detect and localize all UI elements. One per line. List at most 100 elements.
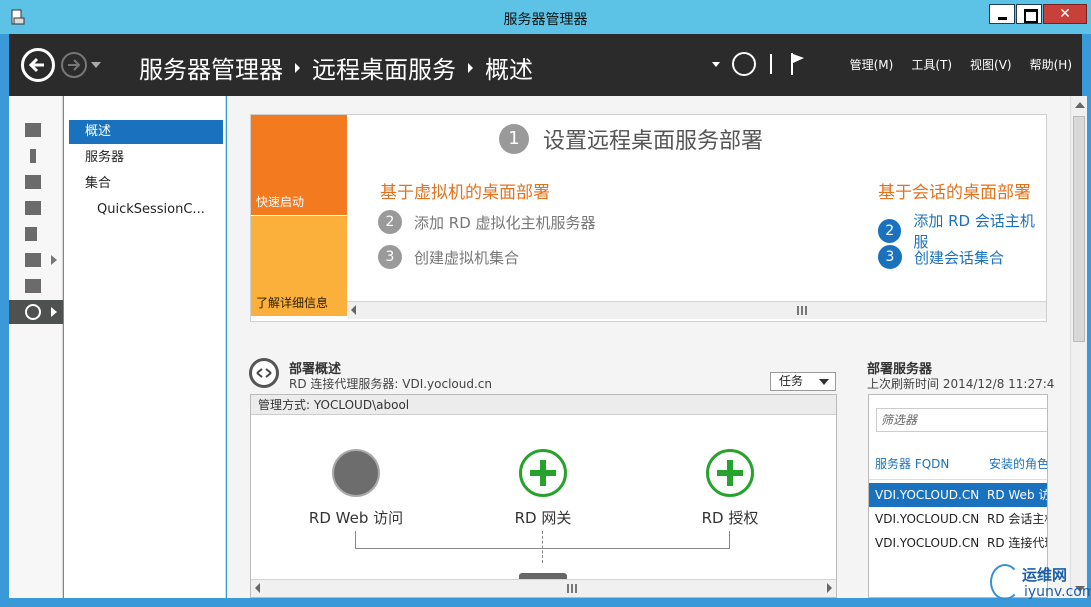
watermark-url: iyunv.com (1024, 584, 1091, 600)
role-rd-web-access[interactable]: RD Web 访问 (291, 449, 421, 528)
divider (869, 479, 1047, 480)
cell-role: RD 会话主机 (987, 512, 1047, 526)
add-plus-icon (519, 449, 567, 497)
quick-start-label: 快速启动 (256, 195, 305, 209)
learn-more-label: 了解详细信息 (256, 296, 329, 310)
step-number: 3 (378, 245, 402, 269)
menu-tools[interactable]: 工具(T) (911, 56, 952, 73)
breadcrumb-item: 概述 (485, 56, 533, 84)
last-refreshed-label: 上次刷新时间 2014/12/8 11:27:4 (867, 377, 1055, 391)
session-deployment-title: 基于会话的桌面部署 (878, 183, 1031, 203)
main-vertical-scrollbar[interactable] (1070, 96, 1087, 598)
step-text: 设置远程桌面服务部署 (543, 129, 764, 154)
arrow-left-icon (28, 57, 44, 73)
filter-input[interactable]: 筛选器 (876, 408, 1047, 432)
local-server-icon (30, 149, 36, 163)
scroll-up-icon[interactable] (1075, 102, 1085, 108)
rail-item-file-storage[interactable] (9, 196, 63, 220)
table-row[interactable]: VDI.YOCLOUD.CN RD 连接代理 (869, 531, 1047, 555)
scroll-right-icon[interactable] (827, 583, 832, 593)
scroll-left-icon[interactable] (351, 305, 356, 315)
step-link[interactable]: 创建会话集合 (914, 247, 1004, 268)
history-dropdown-icon[interactable] (91, 62, 101, 68)
cell-fqdn: VDI.YOCLOUD.CN (875, 536, 980, 550)
file-storage-icon (25, 201, 41, 215)
rail-item-print[interactable] (9, 274, 63, 298)
step-number: 1 (499, 124, 529, 154)
deployment-scrollbar[interactable] (251, 579, 836, 597)
rail-item-dashboard[interactable] (9, 118, 63, 142)
cell-fqdn: VDI.YOCLOUD.CN (875, 512, 980, 526)
watermark-text: 运维网 (1022, 566, 1068, 584)
quick-start-tile[interactable]: 快速启动 (251, 115, 347, 215)
minimize-button[interactable] (989, 4, 1015, 24)
scroll-thumb[interactable] (567, 584, 577, 593)
window-title: 服务器管理器 (503, 12, 588, 28)
role-rd-licensing[interactable]: RD 授权 (665, 449, 795, 528)
learn-more-tile[interactable]: 了解详细信息 (251, 216, 347, 316)
step-text: 创建虚拟机集合 (414, 248, 520, 267)
cell-role: RD 连接代理 (987, 536, 1047, 550)
nav-item-servers[interactable]: 服务器 (69, 146, 223, 170)
refresh-icon[interactable] (731, 52, 756, 76)
close-icon: ✕ (1059, 6, 1071, 22)
dropdown-icon[interactable] (711, 61, 720, 67)
breadcrumb: 服务器管理器 远程桌面服务 概述 (139, 50, 533, 85)
step-number: 2 (878, 219, 902, 243)
breadcrumb-item[interactable]: 远程桌面服务 (312, 50, 456, 85)
back-button[interactable] (21, 48, 55, 82)
step-text: 添加 RD 虚拟化主机服务器 (414, 213, 596, 232)
rail-item-all-servers[interactable] (9, 170, 63, 194)
window-controls: ✕ (988, 4, 1087, 24)
scroll-thumb[interactable] (1073, 116, 1085, 342)
expand-arrow-icon[interactable] (51, 307, 57, 317)
vm-step-add-host: 2 添加 RD 虚拟化主机服务器 (378, 210, 596, 234)
expand-arrow-icon[interactable] (51, 255, 57, 265)
role-connector-line (542, 531, 543, 563)
menu-help[interactable]: 帮助(H) (1030, 56, 1072, 73)
menu-view[interactable]: 视图(V) (970, 56, 1012, 73)
column-header-fqdn[interactable]: 服务器 FQDN (875, 455, 949, 472)
rail-item-local-server[interactable] (9, 144, 63, 168)
table-row[interactable]: VDI.YOCLOUD.CN RD 会话主机 (869, 507, 1047, 531)
maximize-button[interactable] (1016, 4, 1042, 24)
close-button[interactable]: ✕ (1043, 4, 1087, 24)
header-bar: 服务器管理器 远程桌面服务 概述 管理(M) 工具(T) 视图(V) 帮助(H) (9, 34, 1082, 96)
rail-item-remote-desktop[interactable] (9, 300, 63, 324)
breadcrumb-item[interactable]: 服务器管理器 (139, 50, 283, 85)
role-label: RD Web 访问 (308, 509, 404, 527)
divider (769, 54, 772, 74)
deployment-overview-panel: 管理方式: YOCLOUD\abool RD Web 访问 RD 网关 RD 授… (250, 394, 837, 598)
scroll-thumb[interactable] (797, 306, 807, 315)
remote-access-icon (25, 253, 41, 267)
chevron-right-icon (468, 62, 473, 73)
globe-icon (332, 449, 380, 497)
notifications-flag-icon[interactable] (790, 52, 806, 76)
role-rd-gateway[interactable]: RD 网关 (478, 449, 608, 528)
vm-step-create-collection: 3 创建虚拟机集合 (378, 245, 519, 269)
connection-broker-label: RD 连接代理服务器: VDI.yocloud.cn (289, 377, 493, 391)
session-step-create-collection[interactable]: 3 创建会话集合 (878, 245, 1004, 269)
nav-item-overview[interactable]: 概述 (69, 120, 223, 144)
quick-start-scrollbar[interactable] (347, 301, 1046, 319)
step-number: 3 (878, 245, 902, 269)
arrow-right-icon (68, 59, 81, 71)
scroll-left-icon[interactable] (255, 583, 260, 593)
site-watermark: 运维网 iyunv.com (988, 562, 1091, 604)
vm-deployment-title: 基于虚拟机的桌面部署 (380, 183, 550, 203)
tasks-dropdown[interactable]: 任务 (770, 372, 836, 391)
table-row[interactable]: VDI.YOCLOUD.CN RD Web 访 (869, 483, 1047, 507)
rail-item-remote-access[interactable] (9, 248, 63, 272)
navigation-tree: 概述 服务器 集合 QuickSessionC... (64, 96, 226, 598)
menu-manage[interactable]: 管理(M) (850, 56, 894, 73)
rail-item-iis[interactable] (9, 222, 63, 246)
nav-item-collection[interactable]: QuickSessionC... (69, 198, 223, 222)
title-bar: 服务器管理器 ✕ (0, 0, 1091, 34)
watermark-logo-icon (990, 564, 1020, 600)
role-label: RD 网关 (514, 509, 572, 527)
header-toolbar: 管理(M) 工具(T) 视图(V) 帮助(H) (711, 52, 1072, 76)
forward-button[interactable] (61, 52, 87, 78)
column-header-roles[interactable]: 安装的角色 (989, 455, 1047, 472)
nav-item-collections[interactable]: 集合 (69, 172, 223, 196)
managed-by-label: 管理方式: YOCLOUD\abool (251, 395, 836, 415)
